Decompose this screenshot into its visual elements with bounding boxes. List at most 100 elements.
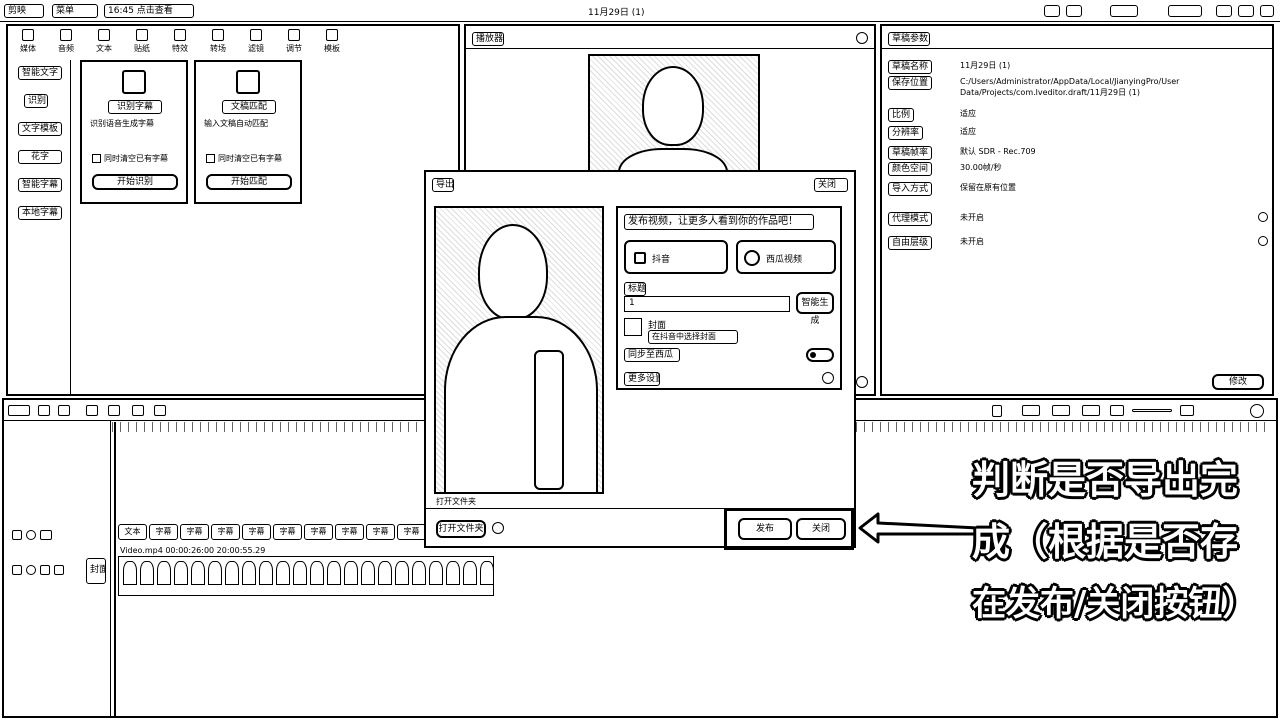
draft-row-info-icon[interactable] [1258, 212, 1268, 222]
text-segment[interactable]: 字幕 [366, 524, 395, 540]
tool-audio[interactable]: 音频 [50, 28, 82, 56]
clip-frame [429, 561, 443, 585]
draft-row-value: 适应 [960, 127, 976, 136]
mute-icon[interactable] [40, 565, 50, 575]
playhead[interactable] [114, 422, 116, 716]
zoom-slider[interactable] [1132, 409, 1172, 412]
draft-row-label: 颜色空间 [888, 162, 933, 176]
close-window-button[interactable] [1260, 5, 1274, 17]
text-segment[interactable]: 字幕 [180, 524, 209, 540]
eye-icon[interactable] [26, 565, 36, 575]
export-top-button[interactable] [1168, 5, 1202, 17]
menu-button[interactable]: 菜单 [52, 4, 98, 18]
text-segment[interactable]: 字幕 [304, 524, 333, 540]
freeze-icon[interactable] [154, 405, 166, 416]
zoom-out-icon[interactable] [1110, 405, 1124, 416]
lock-icon[interactable] [12, 530, 22, 540]
minimize-button[interactable] [1216, 5, 1232, 17]
video-clip[interactable] [118, 556, 494, 596]
volume-icon[interactable] [54, 565, 64, 575]
text-segment[interactable]: 字幕 [335, 524, 364, 540]
card-action-button[interactable]: 开始匹配 [206, 174, 292, 190]
redo-icon[interactable] [58, 405, 70, 416]
preview-axis-icon[interactable] [1082, 405, 1100, 416]
tool-transition[interactable]: 转场 [202, 28, 234, 56]
tool-text[interactable]: 文本 [88, 28, 120, 56]
maximize-button[interactable] [1238, 5, 1254, 17]
checkbox[interactable] [92, 154, 101, 163]
text-segment[interactable]: 字幕 [211, 524, 240, 540]
clip-frame [259, 561, 273, 585]
visibility-icon[interactable] [40, 530, 52, 540]
share-button[interactable] [1110, 5, 1138, 17]
draft-row-info-icon[interactable] [1258, 236, 1268, 246]
title-bar: 剪映 菜单 16:45 点击查看 11月29日 (1) [0, 0, 1280, 22]
text-segment[interactable]: 字幕 [242, 524, 271, 540]
timeline-settings-icon[interactable] [1250, 404, 1264, 418]
publish-button[interactable]: 发布 [738, 518, 792, 540]
close-dialog-button[interactable]: 关闭 [796, 518, 846, 540]
project-name[interactable]: 16:45 点击查看 [104, 4, 194, 18]
sync-toggle[interactable] [806, 348, 834, 362]
player-menu-icon[interactable] [856, 32, 868, 44]
title-input[interactable]: 1 [624, 296, 790, 312]
tool-media[interactable]: 媒体 [12, 28, 44, 56]
draft-row-label: 导入方式 [888, 182, 933, 196]
tool-label: 媒体 [20, 44, 36, 53]
dialog-corner-button[interactable]: 关闭 [814, 178, 848, 192]
help-icon[interactable] [822, 372, 834, 384]
layout-icon[interactable] [1044, 5, 1060, 17]
tool-effects[interactable]: 特效 [164, 28, 196, 56]
zoom-in-icon[interactable] [1180, 405, 1194, 416]
delete-icon[interactable] [108, 405, 120, 416]
douyin-icon [634, 252, 646, 264]
platform-xigua[interactable]: 西瓜视频 [736, 240, 836, 274]
tool-adjust[interactable]: 调节 [278, 28, 310, 56]
cover-thumbnail[interactable] [624, 318, 642, 336]
generate-title-button[interactable]: 智能生成 [796, 292, 834, 326]
info-icon[interactable] [492, 522, 504, 534]
text-segment[interactable]: 字幕 [273, 524, 302, 540]
sidebar-item[interactable]: 智能文字 [18, 66, 62, 80]
player-settings-icon[interactable] [856, 376, 868, 388]
magnet-icon[interactable] [1022, 405, 1040, 416]
app-menu-button[interactable]: 剪映 [4, 4, 44, 18]
cover-button[interactable]: 封面 [86, 558, 106, 584]
checkbox-label: 同时清空已有字幕 [104, 154, 168, 163]
shortcut-icon[interactable] [1066, 5, 1082, 17]
checkbox[interactable] [206, 154, 215, 163]
text-segment[interactable]: 字幕 [397, 524, 426, 540]
draft-row-value: 30.00帧/秒 [960, 163, 1002, 172]
tool-sticker[interactable]: 贴纸 [126, 28, 158, 56]
clip-frame [446, 561, 460, 585]
select-tool-icon[interactable] [8, 405, 30, 416]
sidebar-item[interactable]: 本地字幕 [18, 206, 62, 220]
split-icon[interactable] [86, 405, 98, 416]
template-icon [326, 29, 338, 41]
publish-section: 发布视频，让更多人看到你的作品吧！ 抖音 西瓜视频 标题 1 智能生成 封面 在… [616, 206, 842, 390]
open-folder-button[interactable]: 打开文件夹 [436, 520, 486, 538]
text-segment[interactable]: 文本 [118, 524, 147, 540]
sidebar-item[interactable]: 智能字幕 [18, 178, 62, 192]
undo-icon[interactable] [38, 405, 50, 416]
crop-icon[interactable] [132, 405, 144, 416]
annotation-line-2: 成（根据是否存 [972, 520, 1239, 564]
title-label: 标题 [624, 282, 646, 296]
sidebar-item[interactable]: 文字模板 [18, 122, 62, 136]
edit-draft-button[interactable]: 修改 [1212, 374, 1264, 390]
text-segment[interactable]: 字幕 [149, 524, 178, 540]
tool-template[interactable]: 模板 [316, 28, 348, 56]
card-action-button[interactable]: 开始识别 [92, 174, 178, 190]
sidebar-item[interactable]: 识别 [24, 94, 48, 108]
filter-icon [250, 29, 262, 41]
tool-filter[interactable]: 滤镜 [240, 28, 272, 56]
platform-douyin[interactable]: 抖音 [624, 240, 728, 274]
link-icon[interactable] [1052, 405, 1070, 416]
mic-icon[interactable] [992, 405, 1002, 417]
tool-label: 贴纸 [134, 44, 150, 53]
more-settings-button[interactable]: 更多设置 [624, 372, 660, 386]
clip-frame [412, 561, 426, 585]
sidebar-item[interactable]: 花字 [18, 150, 62, 164]
eye-icon[interactable] [26, 530, 36, 540]
lock-icon[interactable] [12, 565, 22, 575]
